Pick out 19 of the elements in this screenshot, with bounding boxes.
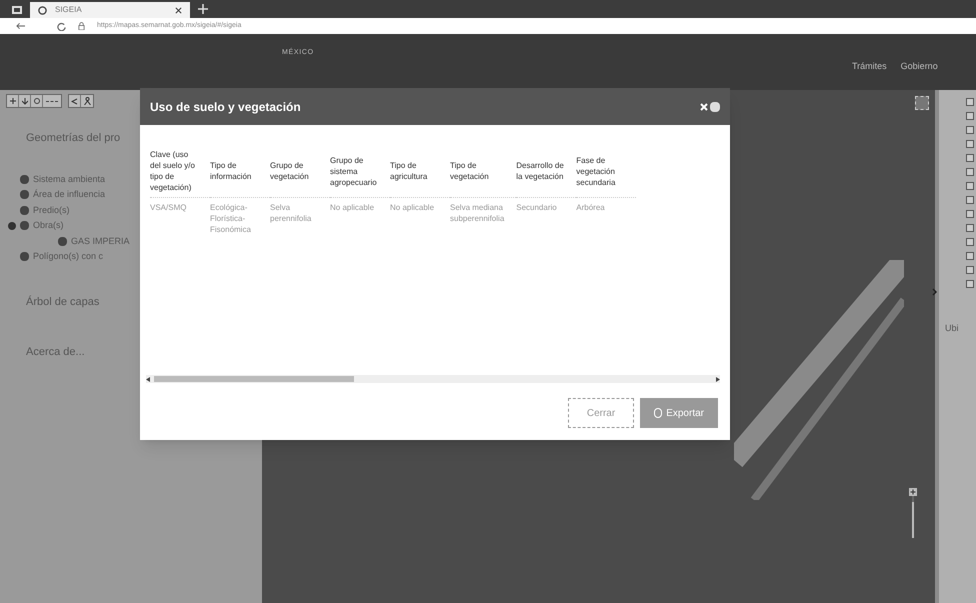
table-cell: VSA/SMQ (150, 198, 210, 235)
table-cell: Selva perennifolia (270, 198, 330, 235)
table-cell: Secundario (516, 198, 576, 235)
column-header: Desarrollo de la vegetación (516, 149, 576, 198)
column-header: Tipo de información (210, 149, 270, 198)
column-header: Tipo de agricultura (390, 149, 450, 198)
column-header: Grupo de sistema agropecuario (330, 149, 390, 198)
table-cell: No aplicable (390, 198, 450, 235)
column-header: Tipo de vegetación (450, 149, 516, 198)
table-cell: Ecológica-Florística-Fisonómica (210, 198, 270, 235)
table-cell: Arbórea (576, 198, 636, 235)
table-cell: No aplicable (330, 198, 390, 235)
column-header: Clave (uso del suelo y/o tipo de vegetación) (150, 149, 210, 198)
panel-label: Ubi (945, 322, 959, 335)
column-header: Fase de vegetación secundaria (576, 149, 636, 198)
tab-title: SIGEIA (55, 4, 83, 16)
dialog-title: Uso de suelo y vegetación (150, 98, 301, 116)
table-cell: Selva mediana subperennifolia (450, 198, 516, 235)
column-header: Grupo de vegetación (270, 149, 330, 198)
